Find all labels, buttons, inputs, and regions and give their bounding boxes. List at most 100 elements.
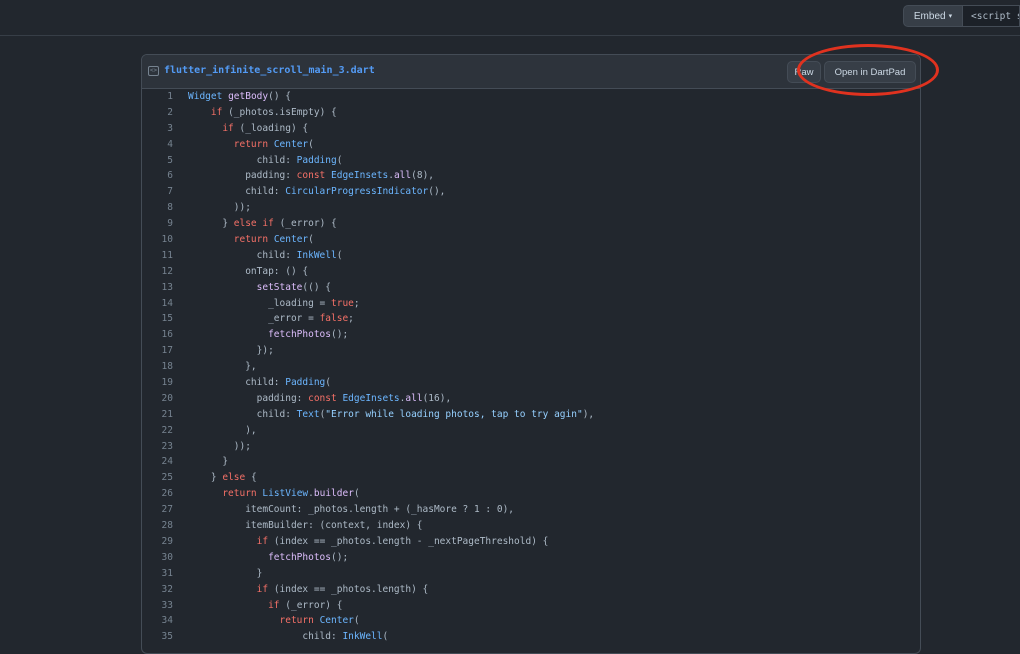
line-number[interactable]: 15 — [142, 311, 173, 327]
gist-file: <> flutter_infinite_scroll_main_3.dart R… — [141, 54, 921, 654]
line-number[interactable]: 32 — [142, 582, 173, 598]
code-text: } — [188, 567, 263, 579]
code-line: 21 child: Text("Error while loading phot… — [142, 407, 920, 423]
raw-button[interactable]: Raw — [787, 61, 821, 83]
line-number[interactable]: 21 — [142, 407, 173, 423]
code-line: 19 child: Padding( — [142, 375, 920, 391]
line-number[interactable]: 28 — [142, 518, 173, 534]
code-text: _error = false; — [188, 313, 354, 325]
code-line: 1 Widget getBody() { — [142, 89, 920, 105]
line-number[interactable]: 1 — [142, 89, 173, 105]
code-line: 32 if (index == _photos.length) { — [142, 582, 920, 598]
line-number[interactable]: 8 — [142, 200, 173, 216]
line-number[interactable]: 4 — [142, 137, 173, 153]
code-line: 31 } — [142, 566, 920, 582]
code-text: child: InkWell( — [188, 631, 389, 643]
code-text: if (index == _photos.length) { — [256, 583, 429, 595]
open-in-dartpad-button[interactable]: Open in DartPad — [824, 61, 916, 83]
code-text: fetchPhotos(); — [268, 551, 349, 563]
line-number[interactable]: 2 — [142, 105, 173, 121]
code-line: 29 if (index == _photos.length - _nextPa… — [142, 534, 920, 550]
code-line: 8 )); — [142, 200, 920, 216]
line-number[interactable]: 30 — [142, 550, 173, 566]
code-text: itemCount: _photos.length + (_hasMore ? … — [188, 504, 515, 516]
code-text: child: InkWell( — [188, 249, 343, 261]
line-number[interactable]: 35 — [142, 629, 173, 645]
code-file-icon: <> — [148, 66, 159, 76]
code-line: 5 child: Padding( — [142, 153, 920, 169]
line-number[interactable]: 27 — [142, 502, 173, 518]
code-text: if (_photos.isEmpty) { — [210, 106, 337, 118]
code-line: 14 _loading = true; — [142, 296, 920, 312]
code-line: 25 } else { — [142, 470, 920, 486]
code-text: }, — [188, 361, 257, 373]
line-number[interactable]: 22 — [142, 423, 173, 439]
line-number[interactable]: 20 — [142, 391, 173, 407]
code-text: ), — [188, 424, 257, 436]
code-listing: 1 Widget getBody() { 2 if (_photos.isEmpty… — [142, 89, 920, 645]
code-text: setState(() { — [256, 281, 332, 293]
line-number[interactable]: 18 — [142, 359, 173, 375]
line-number[interactable]: 10 — [142, 232, 173, 248]
code-line: 22 ), — [142, 423, 920, 439]
code-line: 27 itemCount: _photos.length + (_hasMore… — [142, 502, 920, 518]
code-text: } — [188, 456, 229, 468]
line-number[interactable]: 12 — [142, 264, 173, 280]
line-number[interactable]: 14 — [142, 296, 173, 312]
code-line: 23 )); — [142, 439, 920, 455]
line-number[interactable]: 25 — [142, 470, 173, 486]
code-line: 18 }, — [142, 359, 920, 375]
line-number[interactable]: 33 — [142, 598, 173, 614]
code-text: if (_loading) { — [222, 122, 309, 134]
code-line: 16 fetchPhotos(); — [142, 327, 920, 343]
code-line: 13 setState(() { — [142, 280, 920, 296]
chevron-down-icon: ▾ — [948, 13, 953, 20]
code-line: 17 }); — [142, 343, 920, 359]
line-number[interactable]: 9 — [142, 216, 173, 232]
code-line: 30 fetchPhotos(); — [142, 550, 920, 566]
code-text: return Center( — [279, 615, 360, 627]
line-number[interactable]: 11 — [142, 248, 173, 264]
line-number[interactable]: 6 — [142, 168, 173, 184]
code-text: )); — [188, 202, 251, 214]
code-text: Widget getBody() { — [188, 91, 291, 102]
code-text: itemBuilder: (context, index) { — [188, 520, 423, 532]
embed-label: Embed — [913, 10, 946, 22]
line-number[interactable]: 19 — [142, 375, 173, 391]
code-text: fetchPhotos(); — [268, 329, 349, 341]
code-line: 6 padding: const EdgeInsets.all(8), — [142, 168, 920, 184]
line-number[interactable]: 26 — [142, 486, 173, 502]
code-line: 26 return ListView.builder( — [142, 486, 920, 502]
code-text: padding: const EdgeInsets.all(8), — [188, 170, 435, 182]
line-number[interactable]: 5 — [142, 153, 173, 169]
line-number[interactable]: 17 — [142, 343, 173, 359]
line-number[interactable]: 16 — [142, 327, 173, 343]
line-number[interactable]: 7 — [142, 184, 173, 200]
code-text: padding: const EdgeInsets.all(16), — [188, 392, 452, 404]
code-line: 24 } — [142, 454, 920, 470]
embed-snippet-input[interactable] — [963, 5, 1020, 27]
line-number[interactable]: 13 — [142, 280, 173, 296]
line-number[interactable]: 29 — [142, 534, 173, 550]
line-number[interactable]: 34 — [142, 613, 173, 629]
code-line: 3 if (_loading) { — [142, 121, 920, 137]
code-text: if (_error) { — [268, 599, 343, 611]
code-text: if (index == _photos.length - _nextPageT… — [256, 535, 549, 547]
embed-dropdown-button[interactable]: Embed ▾ — [903, 5, 963, 27]
code-text: )); — [188, 440, 251, 452]
code-line: 4 return Center( — [142, 137, 920, 153]
code-text: child: Text("Error while loading photos,… — [188, 408, 595, 420]
line-number[interactable]: 23 — [142, 439, 173, 455]
line-number[interactable]: 3 — [142, 121, 173, 137]
code-line: 34 return Center( — [142, 613, 920, 629]
line-number[interactable]: 31 — [142, 566, 173, 582]
line-number[interactable]: 24 — [142, 454, 173, 470]
file-name-link[interactable]: flutter_infinite_scroll_main_3.dart — [164, 65, 375, 76]
code-line: 7 child: CircularProgressIndicator(), — [142, 184, 920, 200]
code-line: 9 } else if (_error) { — [142, 216, 920, 232]
file-header: <> flutter_infinite_scroll_main_3.dart R… — [142, 55, 920, 89]
code-text: onTap: () { — [188, 265, 309, 277]
code-text: return ListView.builder( — [222, 488, 360, 500]
code-line: 35 child: InkWell( — [142, 629, 920, 645]
code-text: child: Padding( — [188, 377, 332, 389]
